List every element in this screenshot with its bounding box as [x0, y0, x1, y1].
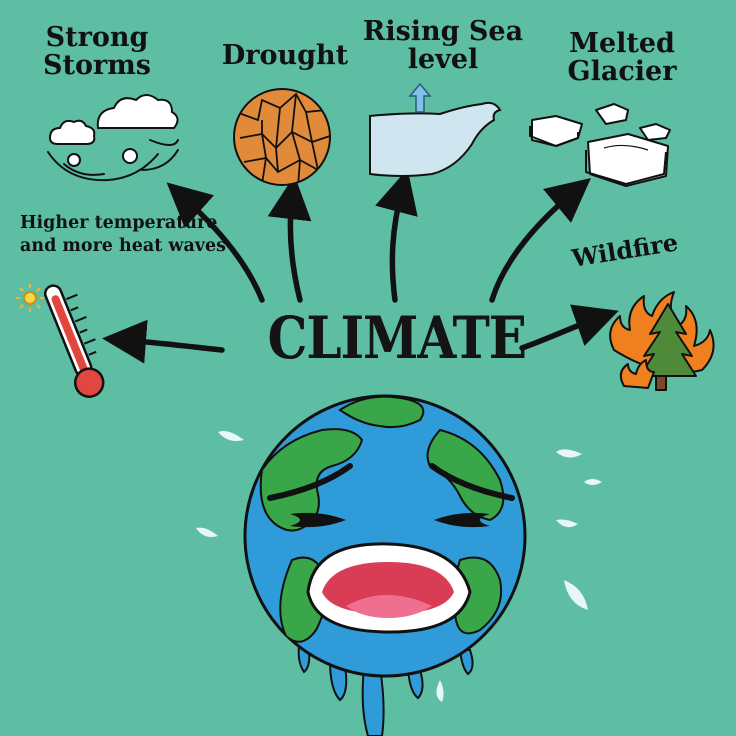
arrow-to-wildfire [519, 304, 619, 351]
arrow-to-rising-sea-level [375, 168, 418, 303]
storm-icon [47, 94, 179, 182]
melting-ice-icon [529, 103, 671, 187]
arrow-to-heat-waves [102, 319, 225, 364]
center-title: CLIMATE [267, 304, 527, 372]
sun-icon [16, 284, 44, 312]
thermometer-icon [16, 284, 105, 398]
label-rising-sea-level: Rising Sea level [362, 16, 524, 76]
climate-diagram: Strong Storms Drought Rising Sea level M… [0, 0, 736, 736]
burning-tree-icon [609, 291, 715, 391]
label-heat-waves: Higher temperature and more heat waves [20, 213, 226, 256]
label-strong-storms: Strong Storms [43, 22, 151, 82]
crying-earth-icon [196, 394, 602, 736]
arrow-to-melted-glacier [489, 178, 591, 303]
cracked-earth-icon [233, 88, 331, 186]
rising-wave-icon [369, 82, 502, 177]
crying-mouth [306, 542, 472, 634]
label-melted-glacier: Melted Glacier [567, 28, 677, 88]
label-drought: Drought [221, 40, 349, 71]
arrow-to-drought [267, 175, 312, 303]
